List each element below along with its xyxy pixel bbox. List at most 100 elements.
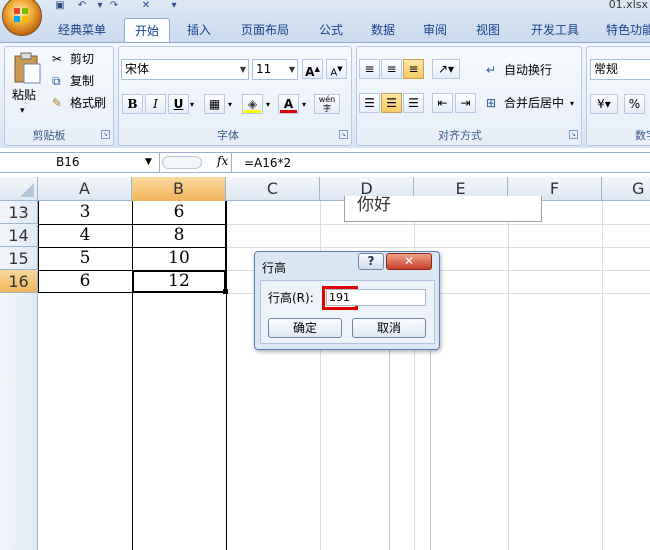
row-height-input[interactable]: 191 [326, 289, 426, 306]
wrap-text-button[interactable]: 自动换行 [504, 61, 552, 79]
underline-button[interactable]: U [168, 94, 189, 114]
gridline [389, 350, 390, 550]
borders-dropdown-icon[interactable]: ▾ [228, 96, 232, 114]
align-center-icon[interactable]: ☰ [381, 93, 402, 113]
dialog-help-button[interactable]: ? [358, 253, 384, 270]
quick-access-dropdown-icon[interactable]: ▾ [166, 0, 182, 11]
cell-b16-selected[interactable]: 12 [132, 270, 226, 293]
italic-button[interactable]: I [145, 94, 166, 114]
paste-dropdown-icon[interactable]: ▾ [20, 102, 25, 120]
orientation-icon[interactable]: ↗▾ [432, 59, 460, 79]
clipboard-launcher-icon[interactable]: ↘ [101, 130, 110, 139]
copy-icon: ⧉ [52, 74, 61, 88]
redo-icon[interactable]: ↷ [106, 0, 122, 11]
tab-view[interactable]: 视图 [465, 18, 511, 42]
scissors-icon: ✂ [52, 52, 63, 66]
insert-function-button[interactable]: fx [217, 154, 228, 168]
bold-button[interactable]: B [122, 94, 143, 114]
tab-home[interactable]: 开始 [124, 18, 170, 42]
copy-button[interactable]: 复制 [70, 72, 94, 90]
formula-bar-splitter[interactable] [162, 156, 202, 169]
tab-insert[interactable]: 插入 [176, 18, 222, 42]
row-height-label: 行高(R): [268, 291, 314, 305]
cell-a15[interactable]: 5 [38, 247, 132, 270]
font-name-value: 宋体 [125, 62, 150, 76]
phonetic-label: wén [318, 95, 336, 104]
percent-button[interactable]: % [624, 94, 645, 114]
cancel-button[interactable]: 取消 [352, 318, 426, 338]
chevron-down-icon: ▼ [288, 65, 295, 74]
wrap-text-icon: ↵ [486, 63, 497, 77]
text-box-content: 你好 [357, 196, 391, 215]
window-filename: 01.xlsx [608, 0, 648, 11]
tab-page-layout[interactable]: 页面布局 [230, 18, 300, 42]
fill-handle[interactable] [223, 289, 228, 294]
row-header-14[interactable]: 14 [0, 224, 38, 247]
fill-color-dropdown-icon[interactable]: ▾ [266, 96, 270, 114]
number-format-combo[interactable]: 常规 [590, 59, 650, 80]
borders-icon[interactable]: ▦ [204, 94, 225, 114]
tab-special-features[interactable]: 特色功能 [600, 18, 650, 42]
column-header-g[interactable]: G [602, 177, 650, 201]
grow-font-button[interactable]: A▲ [302, 59, 323, 79]
tab-formulas[interactable]: 公式 [308, 18, 354, 42]
currency-format-icon[interactable]: ¥▾ [590, 94, 618, 114]
merge-center-button[interactable]: 合并后居中 [504, 94, 564, 112]
alignment-launcher-icon[interactable]: ↘ [569, 130, 578, 139]
cell-b13[interactable]: 6 [132, 201, 226, 224]
cell-b15[interactable]: 10 [132, 247, 226, 270]
close-icon[interactable]: ✕ [386, 253, 432, 270]
cell-a16[interactable]: 6 [38, 270, 132, 293]
font-name-combo[interactable]: 宋体 ▼ [121, 59, 249, 80]
cut-button[interactable]: 剪切 [70, 50, 94, 68]
ok-button[interactable]: 确定 [268, 318, 342, 338]
fill-color-swatch [244, 110, 261, 113]
align-left-icon[interactable]: ☰ [359, 93, 380, 113]
row-header-15[interactable]: 15 [0, 247, 38, 270]
increase-indent-icon[interactable]: ⇥ [455, 93, 476, 113]
tab-review[interactable]: 审阅 [412, 18, 458, 42]
alignment-group-label: 对齐方式 [438, 129, 482, 142]
row-header-13[interactable]: 13 [0, 201, 38, 224]
format-painter-button[interactable]: 格式刷 [70, 94, 106, 112]
font-group-label: 字体 [217, 129, 239, 142]
align-top-icon[interactable]: ≡ [359, 59, 380, 79]
cell-a13[interactable]: 3 [38, 201, 132, 224]
align-bottom-icon[interactable]: ≡ [403, 59, 424, 79]
font-launcher-icon[interactable]: ↘ [339, 130, 348, 139]
formula-input[interactable]: =A16*2 [244, 154, 291, 172]
office-logo-icon [14, 8, 28, 22]
phonetic-char-icon: 字 [323, 104, 331, 113]
shrink-font-button[interactable]: A▼ [326, 59, 347, 79]
tab-developer[interactable]: 开发工具 [520, 18, 590, 42]
phonetic-guide-button[interactable]: wén 字 [314, 94, 340, 114]
column-border [226, 201, 227, 550]
cell-a14[interactable]: 4 [38, 224, 132, 247]
customize-toolbar-icon[interactable]: ✕ [138, 0, 154, 11]
clipboard-group-label: 剪贴板 [32, 129, 66, 142]
underline-dropdown-icon[interactable]: ▾ [190, 96, 194, 114]
column-header-c[interactable]: C [226, 177, 320, 201]
font-color-swatch [280, 110, 297, 113]
font-size-value: 11 [256, 62, 272, 76]
row-header-16[interactable]: 16 [0, 270, 38, 293]
select-all-button[interactable] [0, 177, 38, 201]
column-header-a[interactable]: A [38, 177, 132, 201]
tab-classic-menu[interactable]: 经典菜单 [46, 18, 118, 42]
save-icon[interactable]: ▣ [52, 0, 68, 11]
paste-icon[interactable] [12, 52, 42, 84]
font-size-combo[interactable]: 11 ▼ [252, 59, 298, 80]
column-header-b[interactable]: B [132, 177, 226, 201]
align-right-icon[interactable]: ☰ [403, 93, 424, 113]
undo-icon[interactable]: ↶ [74, 0, 90, 11]
name-box-dropdown-icon[interactable]: ▼ [145, 153, 152, 171]
merge-dropdown-icon[interactable]: ▾ [570, 95, 574, 113]
align-middle-icon[interactable]: ≡ [381, 59, 402, 79]
cell-b14[interactable]: 8 [132, 224, 226, 247]
text-box[interactable]: 你好 [344, 196, 542, 222]
tab-data[interactable]: 数据 [360, 18, 406, 42]
chevron-down-icon: ▼ [239, 65, 246, 74]
font-color-dropdown-icon[interactable]: ▾ [302, 96, 306, 114]
name-box[interactable]: B16 [0, 152, 160, 173]
decrease-indent-icon[interactable]: ⇤ [432, 93, 453, 113]
